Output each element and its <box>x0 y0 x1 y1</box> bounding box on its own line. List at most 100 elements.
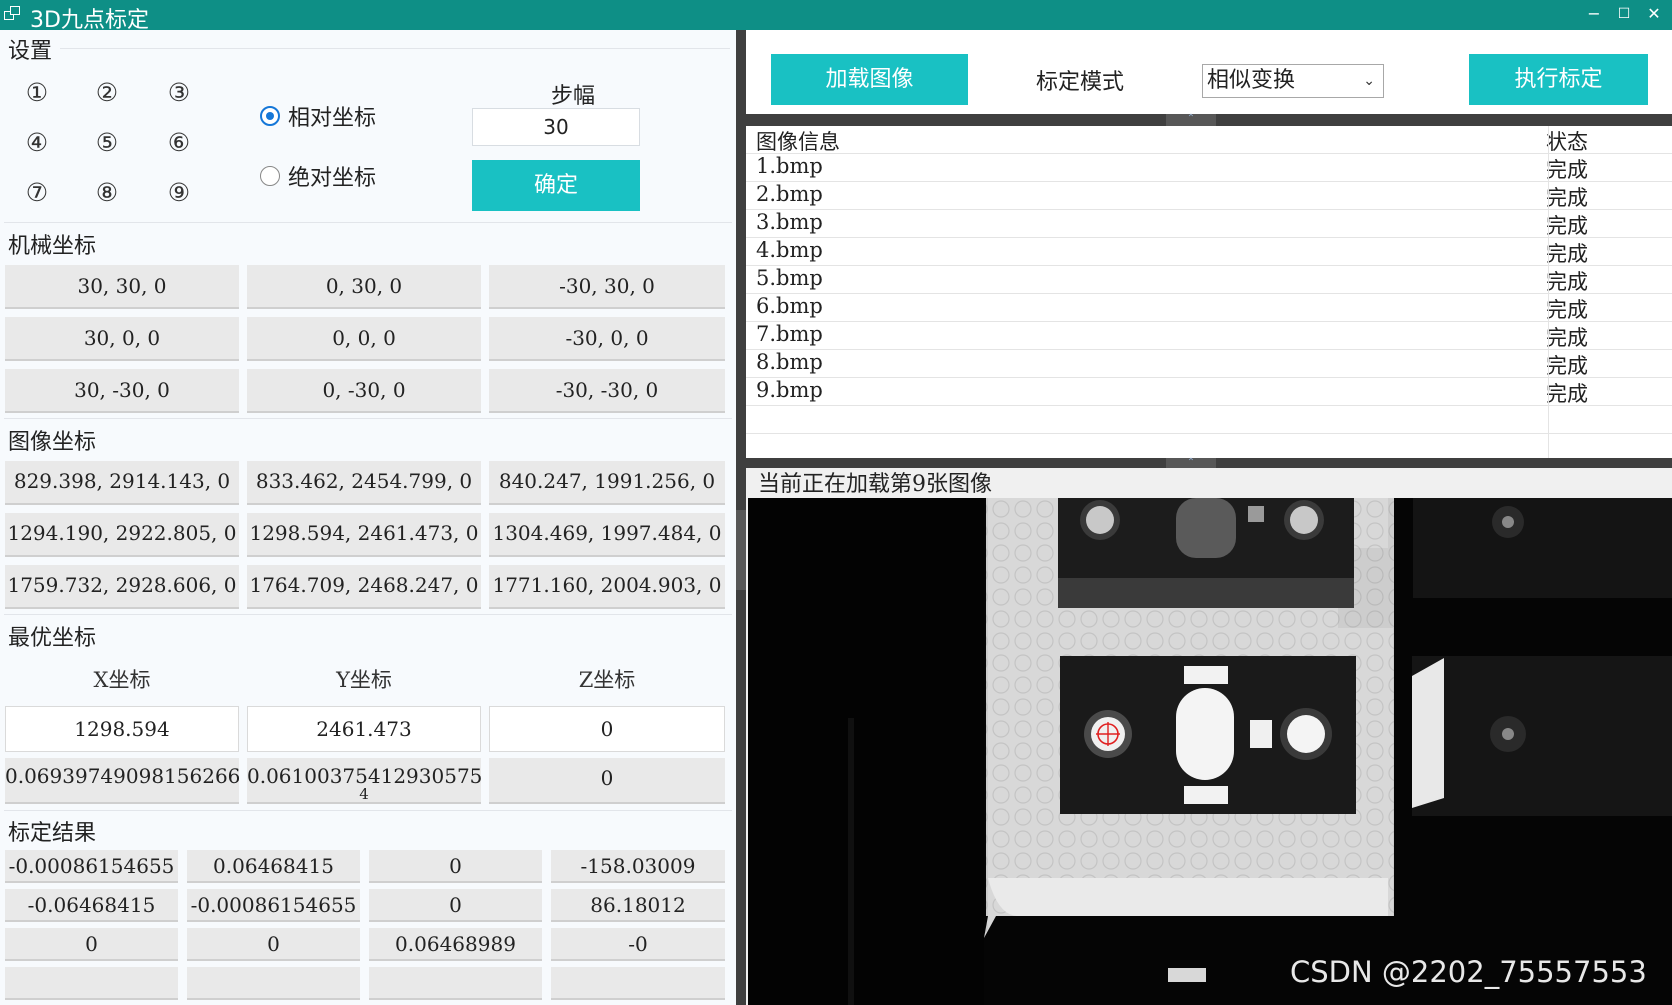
table-row[interactable]: 1.bmp 完成 <box>746 154 1672 182</box>
point-2-button[interactable]: ② <box>92 78 122 108</box>
point-3-button[interactable]: ③ <box>164 78 194 108</box>
image-coord-cell[interactable]: 840.247, 1991.256, 0 <box>489 461 725 505</box>
image-coord-cell[interactable]: 1764.709, 2468.247, 0 <box>247 565 481 609</box>
optimal-z-value[interactable]: 0 <box>489 706 725 752</box>
calibration-mode-label: 标定模式 <box>1036 70 1125 95</box>
calib-matrix-cell[interactable]: 0.06468415 <box>187 850 360 883</box>
step-input[interactable]: 30 <box>472 108 640 146</box>
point-1-button[interactable]: ① <box>22 78 52 108</box>
calibration-mode-value: 相似变换 <box>1207 68 1296 93</box>
close-button[interactable]: ✕ <box>1636 0 1672 30</box>
calib-matrix-cell[interactable]: 86.18012 <box>551 889 725 922</box>
relative-coords-label: 相对坐标 <box>288 106 377 131</box>
title-bar: 3D九点标定 − ☐ ✕ <box>0 0 1672 33</box>
section-divider <box>4 810 732 811</box>
y-coord-header: Y坐标 <box>336 668 392 692</box>
point-6-button[interactable]: ⑥ <box>164 128 194 158</box>
optimal-z-error[interactable]: 0 <box>489 758 725 804</box>
section-divider <box>4 614 732 615</box>
calib-matrix-cell[interactable] <box>369 967 542 1000</box>
image-filename: 2.bmp <box>756 182 823 206</box>
table-row[interactable]: 8.bmp 完成 <box>746 350 1672 378</box>
image-filename: 6.bmp <box>756 294 823 318</box>
section-divider <box>4 222 732 223</box>
image-status: 完成 <box>1546 270 1588 294</box>
calib-matrix-cell[interactable]: 0 <box>369 889 542 922</box>
table-header-row: 图像信息 状态 <box>746 126 1672 154</box>
step-label: 步幅 <box>550 84 595 109</box>
optimal-x-error[interactable]: 0.06939749098156266 <box>5 758 239 804</box>
optimal-y-error-overflow: 4 <box>359 785 369 803</box>
machine-coord-cell[interactable]: -30, 30, 0 <box>489 265 725 309</box>
z-coord-header: Z坐标 <box>578 668 636 692</box>
table-row[interactable]: 5.bmp 完成 <box>746 266 1672 294</box>
machine-coord-cell[interactable]: -30, -30, 0 <box>489 369 725 413</box>
table-row[interactable]: 2.bmp 完成 <box>746 182 1672 210</box>
calib-matrix-cell[interactable]: 0 <box>369 850 542 883</box>
settings-label: 设置 <box>8 39 53 64</box>
calib-matrix-cell[interactable] <box>551 967 725 1000</box>
relative-coords-radio[interactable]: 相对坐标 <box>260 100 376 132</box>
confirm-button[interactable]: 确定 <box>472 160 640 211</box>
table-row[interactable]: 4.bmp 完成 <box>746 238 1672 266</box>
image-coord-cell[interactable]: 1304.469, 1997.484, 0 <box>489 513 725 557</box>
table-row[interactable]: 6.bmp 完成 <box>746 294 1672 322</box>
vertical-splitter[interactable] <box>736 30 746 1005</box>
calib-matrix-cell[interactable]: -0 <box>551 928 725 961</box>
image-status: 完成 <box>1546 186 1588 210</box>
image-coord-cell[interactable]: 829.398, 2914.143, 0 <box>5 461 239 505</box>
image-filename: 9.bmp <box>756 378 823 402</box>
calib-matrix-cell[interactable] <box>5 967 178 1000</box>
optimal-x-value[interactable]: 1298.594 <box>5 706 239 752</box>
calib-matrix-cell[interactable]: 0.06468989 <box>369 928 542 961</box>
point-5-button[interactable]: ⑤ <box>92 128 122 158</box>
calib-matrix-cell[interactable]: -0.00086154655 <box>187 889 360 922</box>
calib-matrix-cell[interactable]: -158.03009 <box>551 850 725 883</box>
machine-coord-cell[interactable]: 0, -30, 0 <box>247 369 481 413</box>
machine-coord-cell[interactable]: -30, 0, 0 <box>489 317 725 361</box>
x-coord-header: X坐标 <box>93 668 151 692</box>
image-info-header: 图像信息 <box>756 130 840 154</box>
calib-matrix-cell[interactable]: -0.00086154655 <box>5 850 178 883</box>
calibration-mode-select[interactable]: 相似变换 ⌄ <box>1202 64 1384 98</box>
section-divider <box>4 418 732 419</box>
run-calibration-button[interactable]: 执行标定 <box>1469 54 1648 105</box>
image-filename: 1.bmp <box>756 154 823 178</box>
point-7-button[interactable]: ⑦ <box>22 178 52 208</box>
camera-image[interactable] <box>748 498 1672 1005</box>
machine-coord-cell[interactable]: 0, 30, 0 <box>247 265 481 309</box>
absolute-coords-label: 绝对坐标 <box>288 166 377 191</box>
image-filename: 7.bmp <box>756 322 823 346</box>
absolute-coords-radio[interactable]: 绝对坐标 <box>260 160 376 192</box>
app-icon <box>4 6 22 22</box>
point-8-button[interactable]: ⑧ <box>92 178 122 208</box>
machine-coord-cell[interactable]: 30, -30, 0 <box>5 369 239 413</box>
horizontal-splitter[interactable]: ⌃ <box>746 114 1672 126</box>
table-row[interactable]: 3.bmp 完成 <box>746 210 1672 238</box>
calib-matrix-cell[interactable] <box>187 967 360 1000</box>
machine-coord-cell[interactable]: 30, 0, 0 <box>5 317 239 361</box>
status-header: 状态 <box>1546 130 1588 154</box>
image-coord-cell[interactable]: 1298.594, 2461.473, 0 <box>247 513 481 557</box>
point-4-button[interactable]: ④ <box>22 128 52 158</box>
table-column-divider <box>1548 126 1549 458</box>
image-filename: 4.bmp <box>756 238 823 262</box>
load-image-button[interactable]: 加载图像 <box>771 54 968 105</box>
optimal-y-error[interactable]: 0.06100375412930575 4 <box>247 758 481 804</box>
chevron-up-icon: ⌃ <box>1166 458 1216 468</box>
chevron-up-icon: ⌃ <box>1166 114 1216 126</box>
image-coord-cell[interactable]: 1771.160, 2004.903, 0 <box>489 565 725 609</box>
image-coord-cell[interactable]: 833.462, 2454.799, 0 <box>247 461 481 505</box>
image-coord-cell[interactable]: 1759.732, 2928.606, 0 <box>5 565 239 609</box>
machine-coord-cell[interactable]: 30, 30, 0 <box>5 265 239 309</box>
table-row[interactable]: 7.bmp 完成 <box>746 322 1672 350</box>
point-9-button[interactable]: ⑨ <box>164 178 194 208</box>
table-row[interactable]: 9.bmp 完成 <box>746 378 1672 406</box>
image-coord-cell[interactable]: 1294.190, 2922.805, 0 <box>5 513 239 557</box>
calib-matrix-cell[interactable]: -0.06468415 <box>5 889 178 922</box>
optimal-y-value[interactable]: 2461.473 <box>247 706 481 752</box>
calib-matrix-cell[interactable]: 0 <box>187 928 360 961</box>
machine-coord-cell[interactable]: 0, 0, 0 <box>247 317 481 361</box>
calib-matrix-cell[interactable]: 0 <box>5 928 178 961</box>
image-filename: 3.bmp <box>756 210 823 234</box>
